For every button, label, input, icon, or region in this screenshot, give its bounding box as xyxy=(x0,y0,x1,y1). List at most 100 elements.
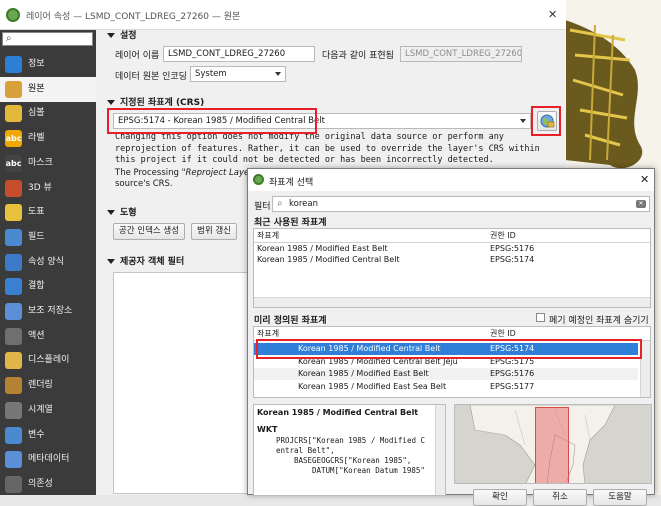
dialog-title: 좌표계 선택 xyxy=(269,178,314,188)
sidebar-item-temporal[interactable]: 시계열 xyxy=(0,398,96,423)
sidebar-item-attributes-form[interactable]: 속성 양식 xyxy=(0,250,96,275)
actions-icon xyxy=(5,327,22,345)
sidebar-item-label: 정보 xyxy=(28,59,45,69)
clear-filter-icon[interactable]: ✕ xyxy=(636,200,646,208)
encoding-value: System xyxy=(195,69,227,79)
sidebar-item-joins[interactable]: 결합 xyxy=(0,274,96,299)
sidebar-item-source[interactable]: 원본 xyxy=(0,76,96,102)
sidebar-item-symbology[interactable]: 심볼 xyxy=(0,101,96,126)
sidebar-item-label: 속성 양식 xyxy=(28,256,64,267)
wkt-line-1: PROJCRS["Korean 1985 / Modified C xyxy=(276,436,426,445)
recent-crs-title: 최근 사용된 좌표계 xyxy=(254,218,327,228)
symbology-icon xyxy=(5,105,22,123)
help-button[interactable]: 도움말 xyxy=(593,489,647,506)
crs-selector-dialog: 좌표계 선택 ✕ 필터 ⌕ korean ✕ 최근 사용된 좌표계 좌표계 권한… xyxy=(247,168,655,506)
sidebar-item-actions[interactable]: 액션 xyxy=(0,324,96,349)
selected-crs-name: Korean 1985 / Modified Central Belt xyxy=(257,408,419,417)
joins-icon xyxy=(5,278,22,296)
layer-name-label: 레이어 이름 xyxy=(115,51,160,61)
layer-name-input[interactable]: LSMD_CONT_LDREG_27260 xyxy=(163,46,315,62)
update-extents-button[interactable]: 범위 갱신 xyxy=(191,223,237,240)
sidebar-item-dependencies[interactable]: 의존성 xyxy=(0,472,96,497)
qgis-logo-icon xyxy=(253,174,264,185)
table-row[interactable]: Korean 1985 / Modified East Sea Belt EPSG… xyxy=(254,381,638,393)
auxiliary-storage-icon xyxy=(5,303,22,320)
dialog-title-bar: 좌표계 선택 ✕ xyxy=(248,169,654,191)
sidebar-item-rendering[interactable]: 렌더링 xyxy=(0,373,96,398)
chevron-down-icon xyxy=(520,119,526,123)
create-spatial-index-button[interactable]: 공간 인덱스 생성 xyxy=(113,223,185,240)
filter-input[interactable]: ⌕ korean ✕ xyxy=(272,196,650,212)
processing-prefix: The Processing xyxy=(115,168,182,178)
crs-section-title[interactable]: 지정된 좌표계 (CRS) xyxy=(107,95,204,108)
predefined-crs-title: 미리 정의된 좌표계 xyxy=(254,316,327,326)
provider-filter-section-title[interactable]: 제공자 객체 필터 xyxy=(107,254,184,267)
title-bar: 레이어 속성 — LSMD_CONT_LDREG_27260 — 원본 ✕ xyxy=(0,0,566,30)
table-row[interactable]: Korean 1985 / Modified Central Belt EPSG:… xyxy=(254,254,650,265)
dialog-close-icon[interactable]: ✕ xyxy=(640,173,649,186)
crs-button-highlight-box xyxy=(531,106,561,136)
sidebar-item-labels[interactable]: abc 라벨 xyxy=(0,126,96,151)
sidebar-item-info[interactable]: 정보 xyxy=(0,52,96,77)
recent-col-crs[interactable]: 좌표계 xyxy=(257,230,279,242)
sidebar-search-input[interactable]: ⌕ xyxy=(2,32,93,46)
recent-col-authority[interactable]: 권한 ID xyxy=(490,230,516,242)
sidebar-item-metadata[interactable]: 메타데이터 xyxy=(0,447,96,472)
hide-deprecated-checkbox[interactable] xyxy=(536,313,545,322)
selected-row-highlight-box xyxy=(256,339,642,359)
window-title: 레이어 속성 — LSMD_CONT_LDREG_27260 — 원본 xyxy=(26,12,241,22)
sidebar-item-variables[interactable]: 변수 xyxy=(0,423,96,448)
sidebar-item-label: 마스크 xyxy=(28,157,53,168)
table-row[interactable]: Korean 1985 / Modified East Belt EPSG:517… xyxy=(254,368,638,380)
table-row[interactable]: Korean 1985 / Modified East Belt EPSG:517… xyxy=(254,243,650,254)
sidebar-item-label: 디스플레이 xyxy=(28,355,70,366)
crs-extent-map xyxy=(454,404,652,484)
crs-name-cell: Korean 1985 / Modified East Belt xyxy=(298,369,429,378)
fields-icon xyxy=(5,228,22,246)
sidebar-item-auxiliary-storage[interactable]: 보조 저장소 xyxy=(0,299,96,324)
wkt-panel: Korean 1985 / Modified Central Belt WKT … xyxy=(253,404,446,496)
sidebar-item-label: 보조 저장소 xyxy=(28,306,73,316)
sidebar-item-display[interactable]: 디스플레이 xyxy=(0,348,96,373)
qgis-logo-icon xyxy=(6,8,20,22)
sidebar-item-label: 라벨 xyxy=(28,133,45,144)
sidebar-item-label: 액션 xyxy=(28,330,45,341)
recent-hscrollbar[interactable] xyxy=(254,297,650,307)
sidebar-item-diagram[interactable]: 도표 xyxy=(0,200,96,225)
wkt-vscrollbar[interactable] xyxy=(435,405,445,495)
search-icon: ⌕ xyxy=(6,33,12,44)
geometry-section-title[interactable]: 도형 xyxy=(107,205,137,218)
encoding-select[interactable]: System xyxy=(190,66,286,82)
sidebar-item-label: 도표 xyxy=(28,207,45,218)
source-icon xyxy=(5,80,22,98)
sidebar-item-label: 시계열 xyxy=(28,404,53,415)
crs-highlight-box xyxy=(107,108,317,134)
sidebar-item-label: 의존성 xyxy=(28,478,53,489)
processing-link[interactable]: "Reproject Layer xyxy=(182,168,253,178)
display-as-label: 다음과 같이 표현됨 xyxy=(322,51,394,61)
sidebar-item-label: 필드 xyxy=(28,231,45,242)
sidebar-item-label: 심볼 xyxy=(28,108,45,119)
sidebar-item-3d-view[interactable]: 3D 뷰 xyxy=(0,176,96,201)
display-as-field: LSMD_CONT_LDREG_27260 xyxy=(400,46,522,62)
display-icon xyxy=(5,352,22,370)
cancel-button[interactable]: 취소 xyxy=(533,489,587,506)
processing-line2: source's CRS. xyxy=(115,179,173,189)
wkt-label: WKT xyxy=(257,425,278,434)
settings-section-title[interactable]: 설정 xyxy=(107,28,137,41)
filter-label: 필터 xyxy=(254,202,271,212)
hide-deprecated-label: 폐기 예정인 좌표계 숨기기 xyxy=(549,316,649,326)
close-icon[interactable]: ✕ xyxy=(548,8,557,21)
filter-value: korean xyxy=(289,199,318,209)
crs-name-cell: Korean 1985 / Modified Central Belt xyxy=(257,255,400,264)
ok-button[interactable]: 확인 xyxy=(473,489,527,506)
sidebar-item-fields[interactable]: 필드 xyxy=(0,225,96,250)
mask-icon: abc xyxy=(5,154,22,172)
encoding-label: 데이터 원본 인코딩 xyxy=(115,72,187,82)
crs-auth-cell: EPSG:5174 xyxy=(490,255,535,264)
crs-processing-note: The Processing "Reproject Layer source's… xyxy=(115,168,255,190)
crs-extent-rectangle xyxy=(535,407,569,483)
chevron-down-icon xyxy=(275,72,281,76)
diagram-icon xyxy=(5,204,22,222)
sidebar-item-mask[interactable]: abc 마스크 xyxy=(0,151,96,176)
